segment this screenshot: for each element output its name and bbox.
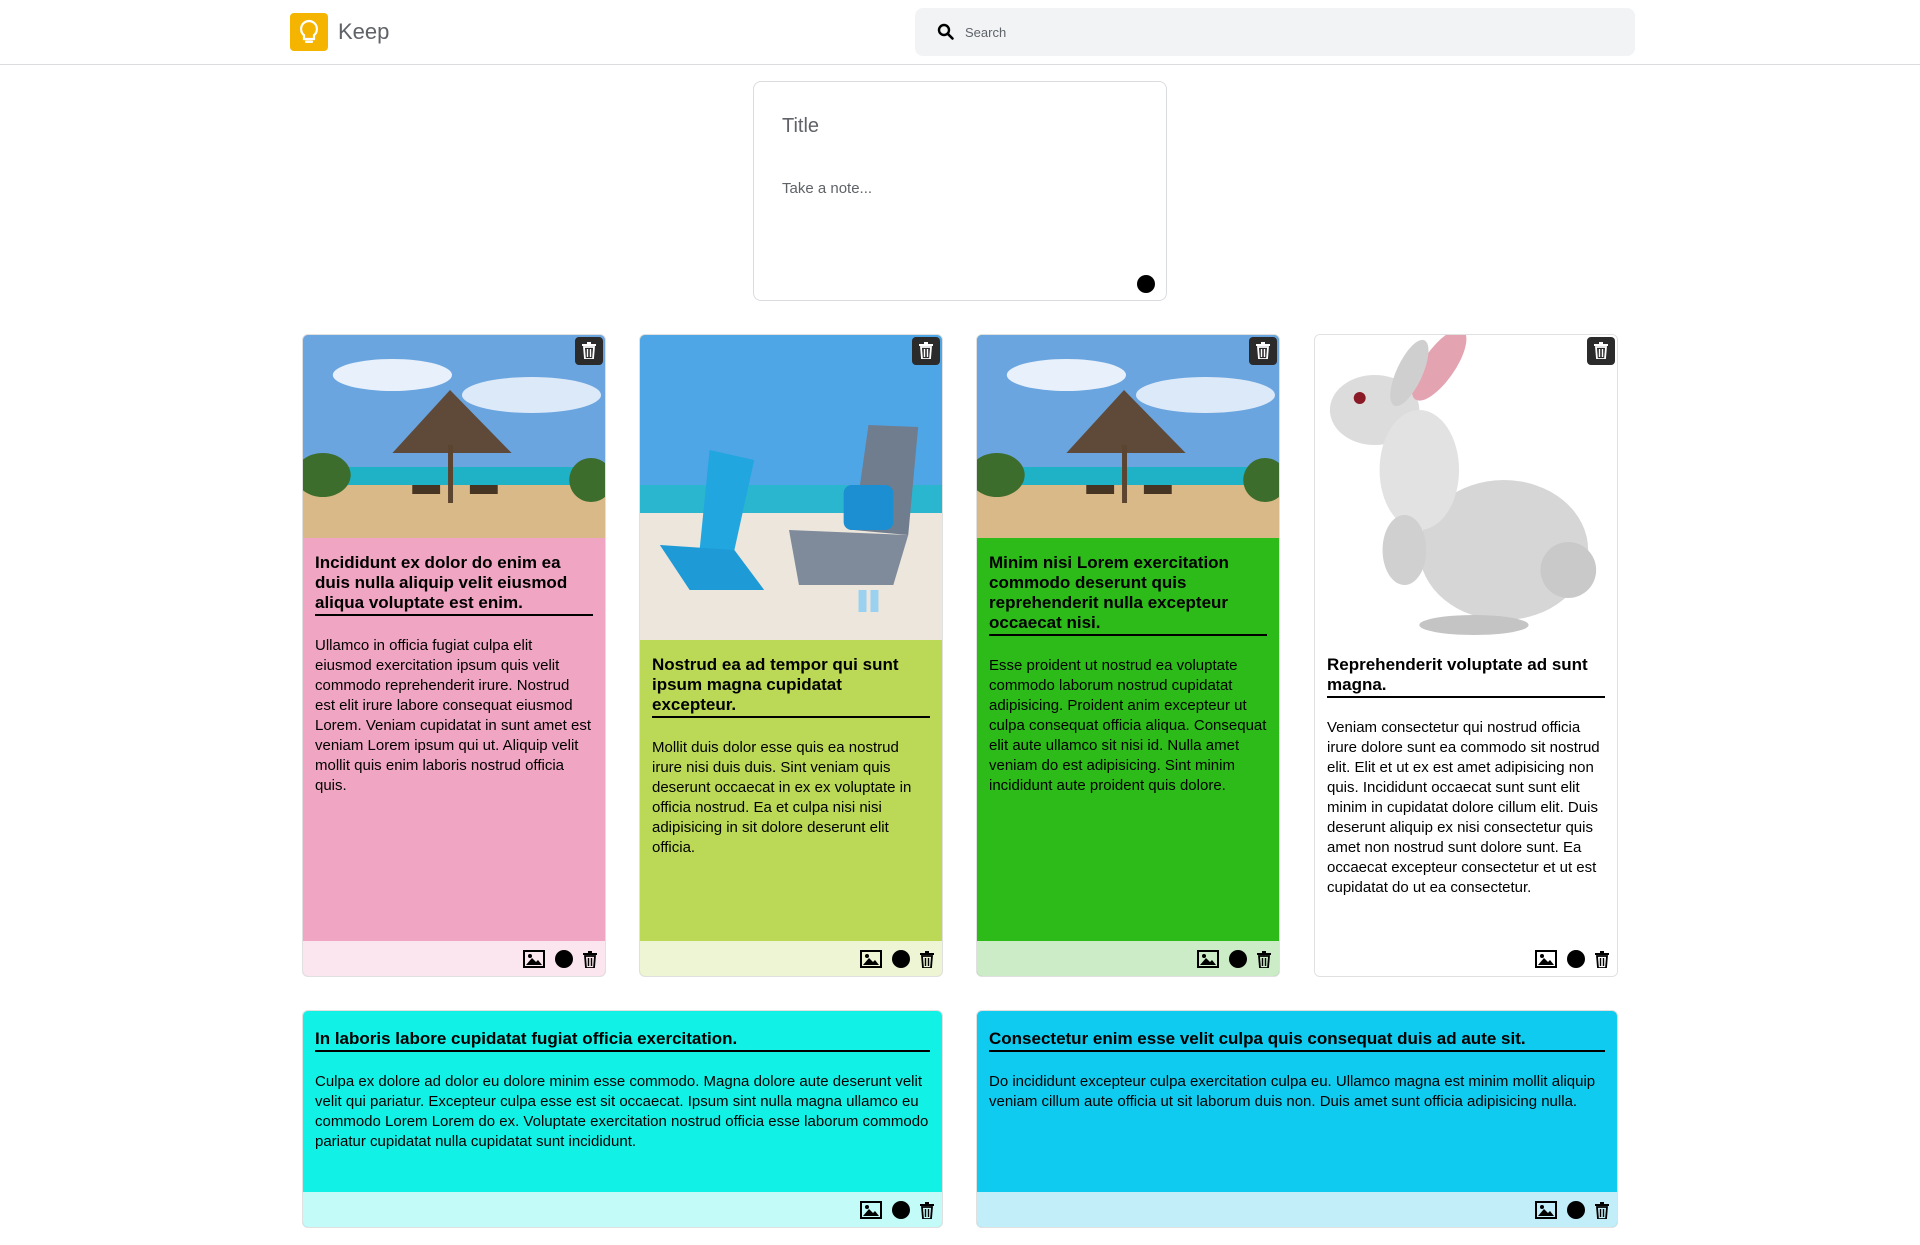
note-card[interactable]: Minim nisi Lorem exercitation commodo de… xyxy=(976,334,1280,977)
search-icon[interactable] xyxy=(937,23,955,41)
note-composer: Title Take a note... xyxy=(753,81,1167,301)
note-body: Mollit duis dolor esse quis ea nostrud i… xyxy=(652,739,912,856)
note-card[interactable]: Consectetur enim esse velit culpa quis c… xyxy=(976,1010,1618,1228)
note-title: Minim nisi Lorem exercitation commodo de… xyxy=(989,553,1267,636)
note-title: In laboris labore cupidatat fugiat offic… xyxy=(315,1029,930,1052)
composer-body-input[interactable]: Take a note... xyxy=(782,180,1142,197)
delete-note-button[interactable] xyxy=(575,337,603,365)
note-toolbar xyxy=(303,1192,942,1227)
color-dot-icon[interactable] xyxy=(555,950,573,968)
image-icon[interactable] xyxy=(1197,950,1219,968)
image-icon[interactable] xyxy=(1535,950,1557,968)
trash-icon[interactable] xyxy=(920,1201,934,1219)
trash-icon[interactable] xyxy=(920,950,934,968)
color-dot-icon[interactable] xyxy=(1567,950,1585,968)
color-dot-icon[interactable] xyxy=(1567,1201,1585,1219)
note-body: Esse proident ut nostrud ea voluptate co… xyxy=(989,657,1267,794)
trash-icon[interactable] xyxy=(1595,950,1609,968)
note-body: Culpa ex dolore ad dolor eu dolore minim… xyxy=(315,1073,929,1150)
composer-title-input[interactable]: Title xyxy=(782,115,1142,138)
beach-chairs-image xyxy=(640,335,942,640)
trash-icon[interactable] xyxy=(1595,1201,1609,1219)
color-dot-icon[interactable] xyxy=(892,950,910,968)
search-input[interactable] xyxy=(965,8,1605,56)
app-title: Keep xyxy=(338,19,390,44)
note-toolbar xyxy=(640,941,942,976)
delete-note-button[interactable] xyxy=(1249,337,1277,365)
trash-icon xyxy=(1594,342,1608,359)
search-bar xyxy=(915,8,1635,56)
note-card[interactable]: Nostrud ea ad tempor qui sunt ipsum magn… xyxy=(639,334,943,977)
note-body: Do incididunt excepteur culpa exercitati… xyxy=(989,1073,1596,1110)
color-dot-icon[interactable] xyxy=(1137,275,1155,293)
note-title: Nostrud ea ad tempor qui sunt ipsum magn… xyxy=(652,655,930,718)
trash-icon[interactable] xyxy=(1257,950,1271,968)
color-dot-icon[interactable] xyxy=(892,1201,910,1219)
note-toolbar xyxy=(977,941,1279,976)
note-title: Consectetur enim esse velit culpa quis c… xyxy=(989,1029,1605,1052)
trash-icon xyxy=(582,342,596,359)
beach-umbrella-image xyxy=(977,335,1279,538)
trash-icon[interactable] xyxy=(583,950,597,968)
note-toolbar xyxy=(1315,941,1617,976)
note-card[interactable]: Reprehenderit voluptate ad sunt magna. V… xyxy=(1314,334,1618,977)
note-toolbar xyxy=(977,1192,1617,1227)
lightbulb-icon[interactable] xyxy=(290,13,328,51)
image-icon[interactable] xyxy=(860,950,882,968)
note-card[interactable]: Incididunt ex dolor do enim ea duis null… xyxy=(302,334,606,977)
image-icon[interactable] xyxy=(523,950,545,968)
delete-note-button[interactable] xyxy=(1587,337,1615,365)
app-header: Keep xyxy=(0,0,1920,65)
note-body: Veniam consectetur qui nostrud officia i… xyxy=(1327,719,1600,896)
image-icon[interactable] xyxy=(1535,1201,1557,1219)
trash-icon xyxy=(1256,342,1270,359)
note-card[interactable]: In laboris labore cupidatat fugiat offic… xyxy=(302,1010,943,1228)
beach-umbrella-image xyxy=(303,335,605,538)
note-body: Ullamco in officia fugiat culpa elit eiu… xyxy=(315,637,591,794)
note-title: Incididunt ex dolor do enim ea duis null… xyxy=(315,553,593,616)
note-toolbar xyxy=(303,941,605,976)
color-dot-icon[interactable] xyxy=(1229,950,1247,968)
image-icon[interactable] xyxy=(860,1201,882,1219)
delete-note-button[interactable] xyxy=(912,337,940,365)
trash-icon xyxy=(919,342,933,359)
note-title: Reprehenderit voluptate ad sunt magna. xyxy=(1327,655,1605,698)
rabbit-image xyxy=(1315,335,1617,640)
